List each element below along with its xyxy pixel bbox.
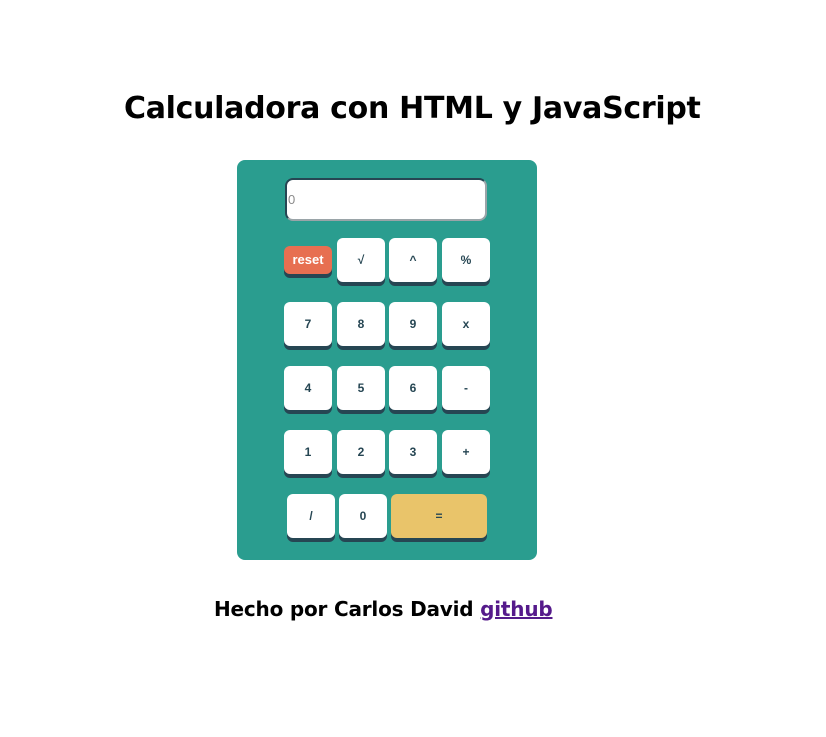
equals-button[interactable]: = [391,494,487,538]
plus-button[interactable]: + [442,430,490,474]
page-title: Calculadora con HTML y JavaScript [124,91,701,126]
footer-text: Hecho por Carlos David [214,597,481,621]
two-button[interactable]: 2 [337,430,385,474]
one-button[interactable]: 1 [284,430,332,474]
seven-button[interactable]: 7 [284,302,332,346]
zero-button[interactable]: 0 [339,494,387,538]
four-button[interactable]: 4 [284,366,332,410]
five-button[interactable]: 5 [337,366,385,410]
github-link[interactable]: github [480,597,553,621]
percent-button[interactable]: % [442,238,490,282]
nine-button[interactable]: 9 [389,302,437,346]
power-button[interactable]: ^ [389,238,437,282]
multiply-button[interactable]: x [442,302,490,346]
minus-button[interactable]: - [442,366,490,410]
eight-button[interactable]: 8 [337,302,385,346]
footer: Hecho por Carlos David github [214,594,553,624]
calculator: reset √ ^ % 7 8 9 x 4 5 6 - 1 2 3 + / 0 … [237,160,537,560]
reset-button[interactable]: reset [284,246,332,274]
calculator-display[interactable] [285,178,487,221]
divide-button[interactable]: / [287,494,335,538]
sqrt-button[interactable]: √ [337,238,385,282]
three-button[interactable]: 3 [389,430,437,474]
six-button[interactable]: 6 [389,366,437,410]
